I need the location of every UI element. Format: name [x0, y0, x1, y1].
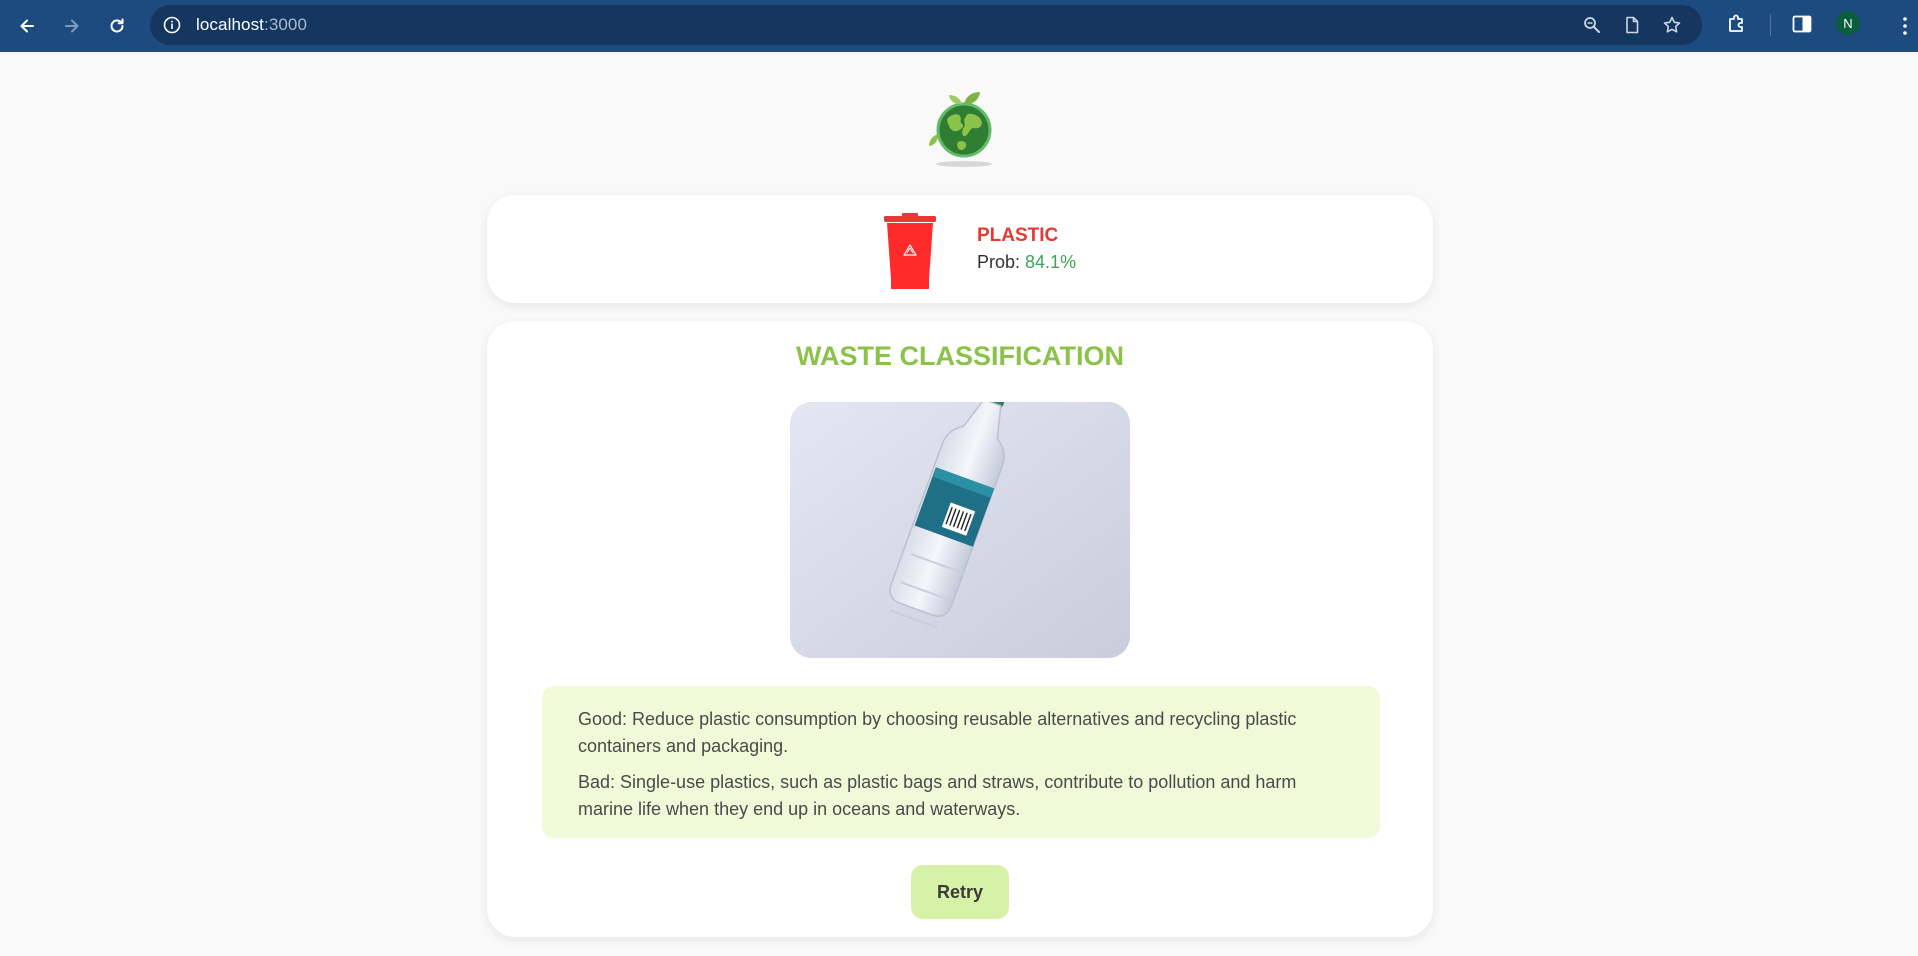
- extensions-icon[interactable]: [1725, 12, 1749, 36]
- classification-card: WASTE CLASSIFICATION Good: Reduce plasti…: [487, 321, 1433, 937]
- url-port: :3000: [264, 15, 308, 34]
- side-panel-icon[interactable]: [1790, 12, 1814, 36]
- reload-button[interactable]: [97, 6, 137, 46]
- result-probability: Prob: 84.1%: [977, 252, 1076, 273]
- toolbar-separator: [1770, 14, 1771, 36]
- plastic-bin-icon: [884, 213, 936, 289]
- forward-icon: [65, 19, 79, 33]
- address-bar[interactable]: localhost:3000: [150, 5, 1702, 45]
- prob-value: 84.1%: [1025, 252, 1077, 272]
- forward-button[interactable]: [52, 6, 92, 46]
- url-text[interactable]: localhost:3000: [196, 15, 307, 35]
- back-button[interactable]: [7, 6, 47, 46]
- plastic-bottle-image: [790, 402, 1130, 658]
- prob-label: Prob:: [977, 252, 1026, 272]
- page-title: WASTE CLASSIFICATION: [796, 341, 1124, 371]
- profile-avatar[interactable]: N: [1836, 11, 1860, 35]
- info-icon[interactable]: [162, 15, 182, 35]
- zoom-icon[interactable]: [1582, 15, 1602, 35]
- good-text: Good: Reduce plastic consumption by choo…: [578, 709, 1297, 756]
- back-icon: [20, 19, 34, 33]
- reader-icon[interactable]: [1622, 15, 1642, 35]
- result-label: PLASTIC: [977, 225, 1059, 246]
- bad-text: Bad: Single-use plastics, such as plasti…: [578, 772, 1297, 819]
- retry-button[interactable]: Retry: [911, 865, 1009, 919]
- result-card: PLASTIC Prob: 84.1%: [487, 195, 1433, 303]
- bookmark-star-icon[interactable]: [1662, 15, 1682, 35]
- info-panel: Good: Reduce plastic consumption by choo…: [542, 686, 1380, 838]
- menu-icon[interactable]: [1902, 16, 1908, 36]
- earth-logo-icon: [929, 92, 992, 167]
- url-host: localhost: [196, 15, 264, 34]
- browser-toolbar: localhost:3000 N: [0, 0, 1918, 52]
- reload-icon: [110, 18, 124, 33]
- uploaded-waste-photo: [790, 402, 1130, 658]
